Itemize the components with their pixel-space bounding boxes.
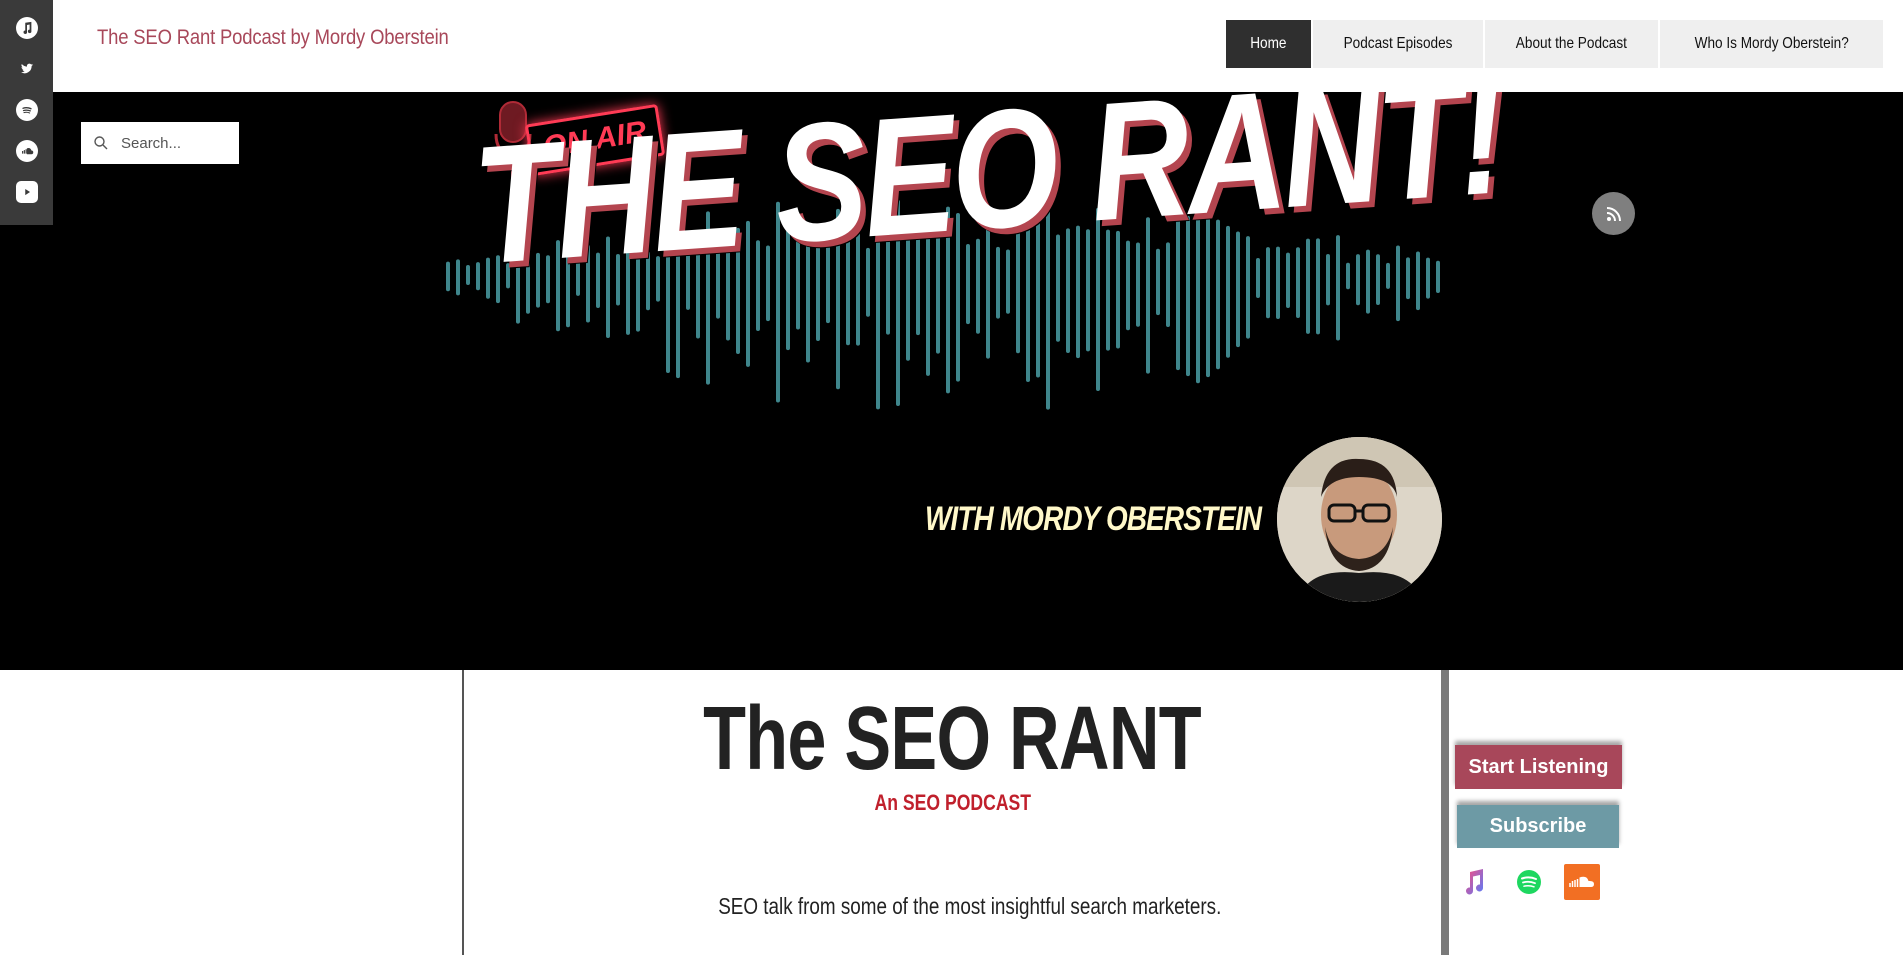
apple-music-icon[interactable] [1457,864,1493,900]
search-input[interactable] [119,133,233,153]
page-subtitle: An SEO PODCAST [464,790,1441,816]
waveform-bar [1436,260,1440,293]
page-subtitle-text: An SEO PODCAST [874,790,1031,815]
rss-icon[interactable] [1592,192,1635,235]
tagline-text: SEO talk from some of the most insightfu… [718,893,1222,919]
host-avatar [1277,437,1442,602]
nav-podcast-episodes[interactable]: Podcast Episodes [1312,20,1483,68]
nav-podcast-episodes-label: Podcast Episodes [1343,35,1453,52]
waveform-bar [1356,254,1360,306]
spotify-platform-icon[interactable] [1511,864,1547,900]
waveform-bar [1336,235,1340,341]
waveform-bar [1316,238,1320,335]
subscribe-button[interactable]: Subscribe [1457,805,1619,848]
social-bar [0,0,53,225]
site-title[interactable]: The SEO Rant Podcast by Mordy Oberstein [97,26,449,50]
hero-banner: ON AIR THE SEO RANT! WITH MORDY OBERSTEI… [0,92,1903,670]
waveform-bar [1306,238,1310,334]
nav-home[interactable]: Home [1226,20,1311,68]
nav-who-is-mordy[interactable]: Who Is Mordy Oberstein? [1659,20,1883,68]
soundcloud-platform-icon[interactable] [1564,864,1600,900]
nav-about-label: About the Podcast [1515,35,1627,52]
waveform-bar [1386,262,1390,289]
waveform-bar [466,265,470,285]
waveform-bar [1406,257,1410,300]
waveform-bar [1416,251,1420,311]
nav-about-the-podcast[interactable]: About the Podcast [1484,20,1658,68]
spotify-icon[interactable] [16,99,38,121]
twitter-icon[interactable] [16,58,38,80]
waveform-bar [456,259,460,296]
waveform-bar [1346,262,1350,290]
waveform-bar [446,261,450,292]
search-icon [94,136,108,150]
main-nav: Home Podcast Episodes About the Podcast … [1224,20,1883,68]
host-byline: WITH MORDY OBERSTEIN [925,500,1262,538]
nav-home-label: Home [1250,35,1287,52]
soundcloud-icon[interactable] [16,140,38,162]
music-icon[interactable] [16,17,38,39]
waveform-bar [1396,245,1400,322]
waveform-bar [1376,254,1380,305]
tagline: SEO talk from some of the most insightfu… [464,893,1476,920]
waveform-bar [1426,257,1430,299]
waveform-bar [1366,249,1370,314]
start-listening-button[interactable]: Start Listening [1455,745,1622,789]
youtube-icon[interactable] [16,181,38,203]
page-title: The SEO RANT [464,688,1441,791]
search-box[interactable] [81,122,239,164]
nav-who-label: Who Is Mordy Oberstein? [1694,35,1849,52]
waveform-bar [1326,254,1330,306]
page-title-text: The SEO RANT [703,689,1202,789]
